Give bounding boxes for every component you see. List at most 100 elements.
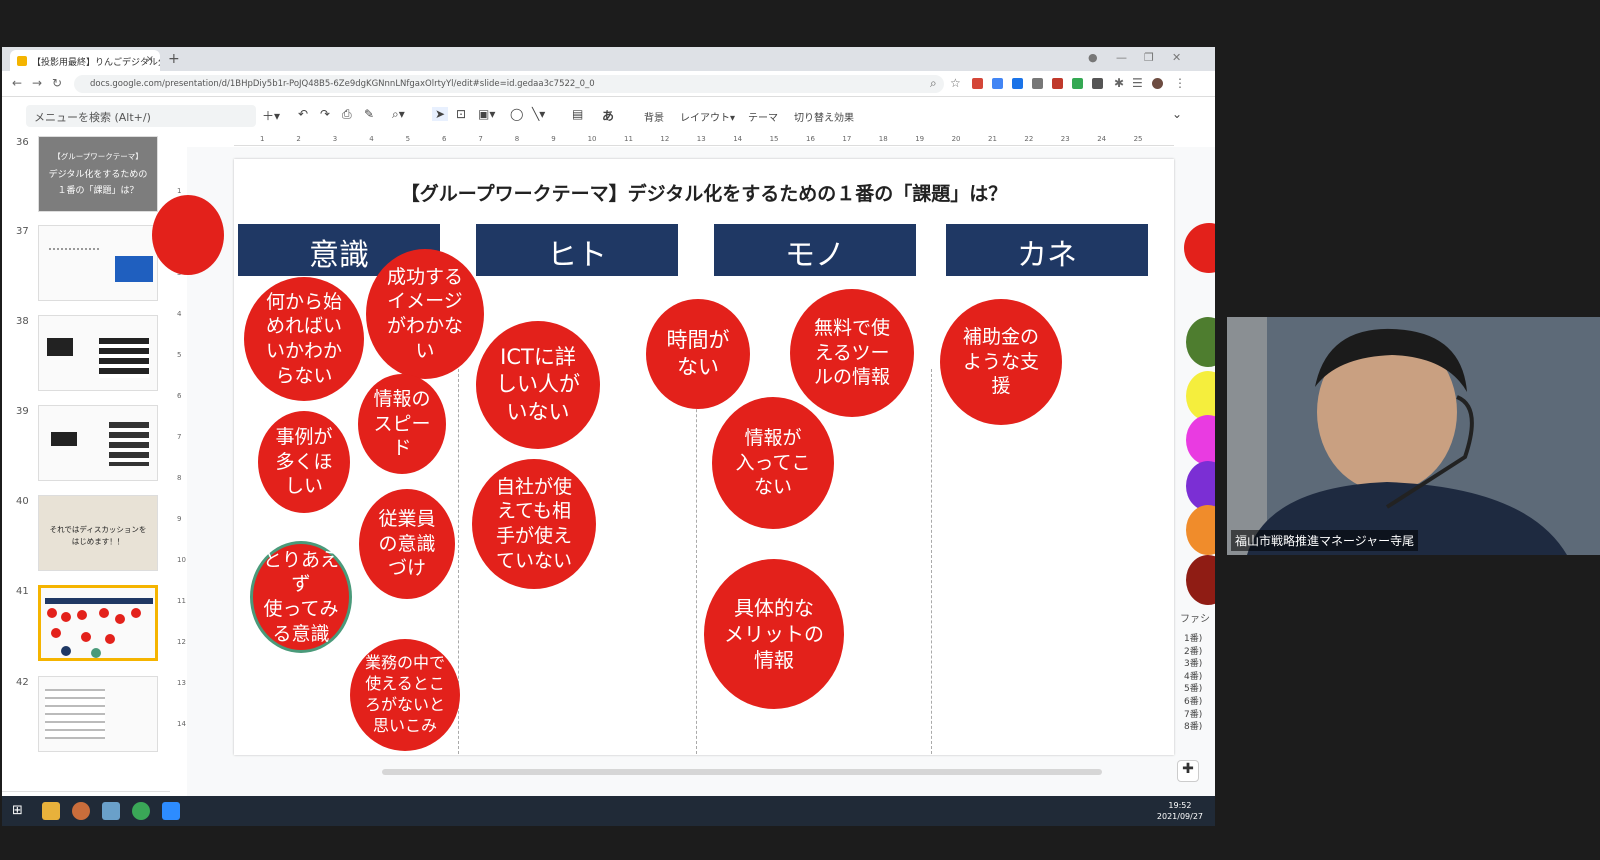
zoom-icon[interactable]: ⌕ [930, 76, 937, 91]
extension-icon[interactable] [1032, 78, 1043, 89]
select-cursor-icon[interactable]: ➤ [432, 107, 449, 121]
slide-thumbnail[interactable] [38, 225, 158, 301]
url-field[interactable]: docs.google.com/presentation/d/1BHpDiy5b… [74, 75, 944, 93]
slide-thumbnail[interactable]: 【グループワークテーマ】 デジタル化をするための １番の「課題」は？ [38, 136, 158, 212]
bubble-note[interactable]: 自社が使 えても相 手が使え ていない [472, 459, 596, 589]
reload-icon[interactable]: ↻ [52, 76, 62, 90]
horizontal-scrollbar[interactable] [382, 769, 1102, 775]
kebab-menu-icon[interactable]: ⋮ [1174, 76, 1186, 90]
tab-close-icon[interactable]: × [146, 54, 154, 65]
avatar[interactable] [1152, 78, 1163, 89]
slide-canvas[interactable]: 【グループワークテーマ】デジタル化をするための１番の「課題」は？ 意識 ヒト モ… [234, 159, 1174, 755]
list-item: 2番) [1184, 646, 1203, 657]
bubble-note[interactable]: ICTに詳 しい人が いない [476, 321, 600, 449]
slide-thumbnail[interactable] [38, 315, 158, 391]
slide-number: 36 [16, 137, 29, 148]
file-explorer-icon[interactable] [42, 802, 60, 820]
app-icon[interactable] [102, 802, 120, 820]
print-icon[interactable]: ⎙ [342, 107, 352, 122]
extension-icon[interactable] [1092, 78, 1103, 89]
slide-title[interactable]: 【グループワークテーマ】デジタル化をするための１番の「課題」は？ [234, 179, 1174, 206]
comment-icon[interactable]: ▤ [572, 107, 583, 121]
bubble-note[interactable]: 時間が ない [646, 299, 750, 409]
minimize-icon[interactable]: — [1116, 51, 1127, 64]
ruler-tick: 1 [260, 135, 265, 143]
collapse-chevron-icon[interactable]: ⌄ [1172, 107, 1182, 121]
windows-start-icon[interactable]: ⊞ [12, 803, 23, 818]
bubble-note[interactable]: 従業員 の意識 づけ [359, 489, 455, 599]
background-button[interactable]: 背景 [644, 109, 664, 124]
column-header-things[interactable]: モノ [714, 224, 916, 276]
forward-icon[interactable]: → [32, 76, 42, 90]
transition-button[interactable]: 切り替え効果 [794, 109, 854, 124]
new-tab-button[interactable]: + [168, 51, 180, 67]
bubble-note[interactable]: 業務の中で 使えるとこ ろがないと 思いこみ [350, 639, 460, 751]
bubble-note[interactable]: 情報が 入ってこ ない [712, 397, 834, 529]
slide-thumbnail-selected[interactable] [38, 585, 158, 661]
ruler-tick: 18 [878, 135, 888, 143]
person-silhouette-icon [1227, 317, 1600, 555]
layout-button[interactable]: レイアウト▾ [680, 109, 735, 124]
ruler-tick: 8 [514, 135, 520, 143]
bubble-note[interactable]: とりあえ ず 使ってみ る意識 [250, 541, 352, 653]
ruler-tick: 9 [177, 515, 182, 523]
app-icon[interactable] [72, 802, 90, 820]
column-divider [931, 369, 932, 754]
line-icon[interactable]: ╲▾ [532, 107, 545, 121]
redo-icon[interactable]: ↷ [320, 107, 330, 121]
profile-icon[interactable]: ● [1088, 51, 1098, 64]
extension-icon[interactable] [1072, 78, 1083, 89]
thumb-text: 【グループワークテーマ】 [53, 152, 143, 161]
reading-list-icon[interactable]: ☰ [1132, 76, 1143, 90]
thumb-text: デジタル化をするための [48, 170, 148, 180]
bubble-note[interactable]: 何から始 めればい いかわか らない [244, 277, 364, 401]
image-icon[interactable]: ▣▾ [478, 107, 495, 121]
extension-icon[interactable] [992, 78, 1003, 89]
ruler-tick: 9 [551, 135, 556, 143]
ruler-tick: 10 [177, 556, 186, 564]
windows-taskbar: ⊞ 19:52 2021/09/27 [2, 796, 1215, 826]
zoom-dropdown-icon[interactable]: ⌕▾ [392, 107, 405, 122]
chrome-icon[interactable] [132, 802, 150, 820]
back-icon[interactable]: ← [12, 76, 22, 90]
bubble-note[interactable]: 事例が 多くほ しい [258, 411, 350, 513]
undo-icon[interactable]: ↶ [298, 107, 308, 121]
extension-icon[interactable] [1052, 78, 1063, 89]
bubble-note[interactable]: 補助金の ような支 援 [940, 299, 1062, 425]
paint-format-icon[interactable]: ✎ [364, 107, 374, 121]
slide-filmstrip: 36 【グループワークテーマ】 デジタル化をするための １番の「課題」は？ 37… [2, 134, 170, 825]
offslide-red-circle[interactable] [152, 195, 224, 275]
new-slide-icon[interactable]: ＋▾ [262, 107, 280, 124]
slide-thumbnail[interactable]: それではディスカッションを はじめます！！ [38, 495, 158, 571]
text-input-a-icon[interactable]: あ [602, 107, 614, 124]
text-box-icon[interactable]: ⊡ [456, 107, 466, 121]
ruler-tick: 16 [806, 135, 815, 143]
slides-favicon-icon [17, 56, 27, 66]
slide-thumbnail[interactable] [38, 405, 158, 481]
slide-number: 39 [16, 406, 29, 417]
column-header-money[interactable]: カネ [946, 224, 1148, 276]
bubble-note[interactable]: 成功する イメージ がわかな い [366, 249, 484, 379]
explore-button[interactable]: ✚ [1177, 760, 1199, 782]
zoom-app-icon[interactable] [162, 802, 180, 820]
close-window-icon[interactable]: ✕ [1172, 51, 1181, 64]
puzzle-icon[interactable]: ✱ [1114, 76, 1124, 90]
menu-search-input[interactable]: メニューを検索 (Alt+/) [26, 105, 256, 127]
ruler-tick: 4 [177, 310, 182, 318]
theme-button[interactable]: テーマ [748, 109, 778, 124]
bubble-note[interactable]: 具体的な メリットの 情報 [704, 559, 844, 709]
ruler-tick: 12 [177, 638, 186, 646]
column-header-people[interactable]: ヒト [476, 224, 678, 276]
list-item: 8番) [1184, 722, 1203, 733]
extension-icon[interactable] [1012, 78, 1023, 89]
bubble-note[interactable]: 情報の スピー ド [358, 374, 446, 474]
slide-thumbnail[interactable] [38, 676, 158, 752]
ruler-tick: 2 [296, 135, 301, 143]
ruler-tick: 6 [177, 392, 182, 400]
browser-tab[interactable]: 【投影用最終】りんごデジタル分析 手 × [10, 50, 160, 71]
bubble-note[interactable]: 無料で使 えるツー ルの情報 [790, 289, 914, 417]
shape-icon[interactable]: ◯ [510, 107, 523, 121]
gmail-extension-icon[interactable] [972, 78, 983, 89]
maximize-icon[interactable]: ❐ [1144, 51, 1154, 64]
bookmark-star-icon[interactable]: ☆ [950, 76, 961, 90]
